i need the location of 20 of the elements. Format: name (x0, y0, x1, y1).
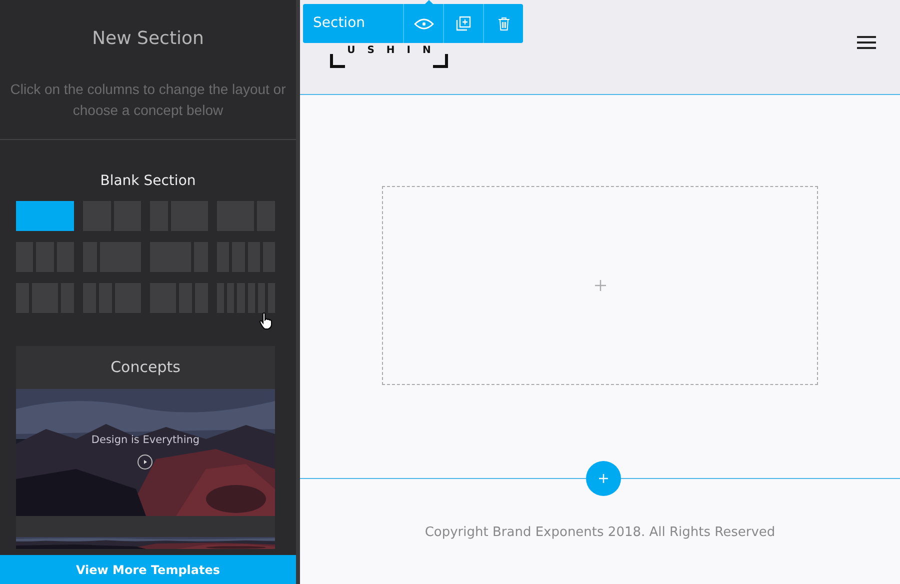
menu-icon[interactable] (857, 36, 876, 49)
duplicate-icon (456, 16, 471, 31)
trash-icon (498, 16, 510, 30)
logo-text: USHIN (347, 46, 443, 56)
plus-icon (599, 474, 608, 483)
layout-option[interactable] (16, 201, 74, 231)
eye-icon (414, 18, 434, 30)
panel-title: New Section (92, 27, 204, 49)
panel-hint: Click on the columns to change the layout or choose a concept below (9, 80, 287, 120)
plus-icon (594, 280, 606, 291)
concept-caption: Design is Everything (91, 434, 200, 446)
add-section-button[interactable] (586, 461, 621, 496)
concepts-heading: Concepts (110, 357, 180, 378)
layout-option[interactable] (217, 283, 275, 313)
hand-cursor-icon (259, 312, 273, 330)
section-heading: Blank Section (100, 173, 196, 189)
play-icon (137, 454, 153, 470)
empty-column-drop-zone[interactable] (382, 186, 818, 385)
copyright-text: Copyright Brand Exponents 2018. All Rights Reserved (424, 525, 776, 540)
view-more-templates-button[interactable]: View More Templates (0, 555, 296, 584)
